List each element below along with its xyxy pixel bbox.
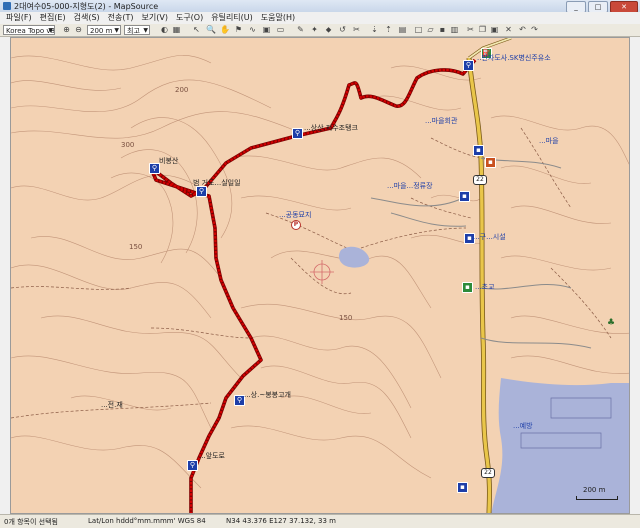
redo-icon[interactable]: ↷ <box>530 25 539 35</box>
menu-file[interactable]: 파일(F) <box>6 12 32 24</box>
hiker-icon[interactable]: ⚲ <box>463 60 474 71</box>
detail-select[interactable]: 최고 ▼ <box>124 25 150 35</box>
chevron-down-icon: ▼ <box>143 27 148 34</box>
waypoint-tool-icon[interactable]: ⚑ <box>234 25 243 35</box>
receive-icon[interactable]: ✦ <box>310 25 319 35</box>
save-icon[interactable]: ▪ <box>438 25 447 35</box>
find-places-icon[interactable]: ↺ <box>338 25 347 35</box>
peak-label: 비봉산 <box>159 157 179 165</box>
copy-icon[interactable]: ❐ <box>478 25 487 35</box>
menu-help[interactable]: 도움말(H) <box>261 12 295 24</box>
map-label: ...초교 <box>475 283 495 291</box>
scale-label: 200 m <box>583 486 606 494</box>
shop-icon: ▪ <box>485 157 496 168</box>
chevron-down-icon: ▼ <box>48 27 53 34</box>
print-icon[interactable]: ▥ <box>450 25 459 35</box>
track-tool-icon[interactable]: ▣ <box>262 25 271 35</box>
map-label: ...예방 <box>513 422 533 430</box>
window-title: 2대여수05-000-지형도(2) - MapSource <box>14 2 159 11</box>
trip-icon[interactable]: ◐ <box>160 25 169 35</box>
map-label: ...마을...정류장 <box>387 182 433 190</box>
map-label: 범 거도...실일일 <box>193 179 241 187</box>
new-icon[interactable]: □ <box>414 25 423 35</box>
map-label: ...마을 <box>539 137 559 145</box>
scale-bar-line <box>576 496 618 500</box>
right-gutter <box>630 37 640 514</box>
map-label: ...앞도로 <box>199 452 225 460</box>
zoom-in-icon[interactable]: ⊕ <box>62 25 71 35</box>
building-icon: ▪ <box>473 145 484 156</box>
contour-label: 200 <box>175 86 189 94</box>
zoom-out-icon[interactable]: ⊖ <box>74 25 83 35</box>
route-tool-icon[interactable]: ∿ <box>248 25 257 35</box>
selection-count: 0개 항목이 선택됨 <box>4 518 58 526</box>
pan-tool-icon[interactable]: ✋ <box>220 25 230 35</box>
menu-search[interactable]: 검색(S) <box>74 12 100 24</box>
menu-transfer[interactable]: 전송(T) <box>108 12 134 24</box>
status-bar: 0개 항목이 선택됨 Lat/Lon hddd°mm.mmm' WGS 84 N… <box>0 514 640 528</box>
parking-icon: P <box>291 220 301 230</box>
hiker-icon[interactable]: ⚲ <box>292 128 303 139</box>
app-icon <box>3 2 11 10</box>
menu-edit[interactable]: 편집(E) <box>40 12 66 24</box>
bus-stop-icon: ▪ <box>459 191 470 202</box>
map-label: ..만자도사.SK병신주유소 <box>477 54 551 62</box>
map-label: ...구...시설 <box>473 233 506 241</box>
school-icon: ▪ <box>462 282 473 293</box>
zoom-select[interactable]: 200 m ▼ <box>87 25 121 35</box>
contour-label: 150 <box>339 314 353 322</box>
menu-utilities[interactable]: 유틸리티(U) <box>211 12 253 24</box>
map-label: ...공동묘지 <box>279 211 312 219</box>
undo-icon[interactable]: ↶ <box>518 25 527 35</box>
building-icon: ▪ <box>457 482 468 493</box>
map-label: ...상.~봉봉고개 <box>244 391 291 399</box>
map-label: ...상산.저수조탱크 <box>304 124 358 132</box>
map-icon[interactable]: ▦ <box>172 25 181 35</box>
open-icon[interactable]: ▱ <box>426 25 435 35</box>
device-icon[interactable]: ▤ <box>398 25 407 35</box>
contour-label: 300 <box>121 141 135 149</box>
coordinate-format: Lat/Lon hddd°mm.mmm' WGS 84 <box>88 517 206 525</box>
menu-view[interactable]: 보기(V) <box>142 12 168 24</box>
distance-tool-icon[interactable]: ▭ <box>276 25 285 35</box>
zoom-tool-icon[interactable]: 🔍 <box>206 25 216 35</box>
send-icon[interactable]: ⬥ <box>324 25 333 35</box>
toolbar: Korea Topo v8 ▼ ⊕ ⊖ 200 m ▼ 최고 ▼ ◐ ▦ ↖ 🔍 ✋ … <box>0 24 640 37</box>
scale-bar: 200 m <box>583 486 605 494</box>
menu-bar: 파일(F) 편집(E) 검색(S) 전송(T) 보기(V) 도구(O) 유틸리티… <box>0 12 640 24</box>
left-gutter <box>0 37 10 514</box>
product-select[interactable]: Korea Topo v8 ▼ <box>3 25 55 35</box>
detail-select-value: 최고 <box>127 27 140 35</box>
hiker-icon[interactable]: ⚲ <box>187 460 198 471</box>
send-device-icon[interactable]: ⇡ <box>384 25 393 35</box>
cut-icon[interactable]: ✂ <box>466 25 475 35</box>
menu-tools[interactable]: 도구(O) <box>176 12 203 24</box>
route-shield-22: 22 <box>473 175 487 185</box>
tree-icon: ♣ <box>607 318 616 328</box>
map-view[interactable]: ⚲ ⚲ ⚲ ⚲ ⚲ ⚲ ⛽ ▪ ▪ ▪ ▪ ▪ ▪ P 22 22 ♣ ..만자… <box>10 37 630 514</box>
map-label: ...마을회관 <box>425 117 458 125</box>
sea-bay <box>491 378 629 513</box>
map-label: ...전.재 <box>101 401 123 409</box>
cursor-coordinates: N34 43.376 E127 37.132, 33 m <box>226 517 336 525</box>
find-icon[interactable]: ✎ <box>296 25 305 35</box>
zoom-select-value: 200 m <box>90 27 113 35</box>
contour-label: 150 <box>129 243 143 251</box>
receive-device-icon[interactable]: ⇣ <box>370 25 379 35</box>
map-canvas[interactable] <box>11 38 630 514</box>
delete-icon[interactable]: ✕ <box>504 25 513 35</box>
recalc-icon[interactable]: ✂ <box>352 25 361 35</box>
route-shield-22: 22 <box>481 468 495 478</box>
select-tool-icon[interactable]: ↖ <box>192 25 201 35</box>
chevron-down-icon: ▼ <box>114 27 119 34</box>
paste-icon[interactable]: ▣ <box>490 25 499 35</box>
